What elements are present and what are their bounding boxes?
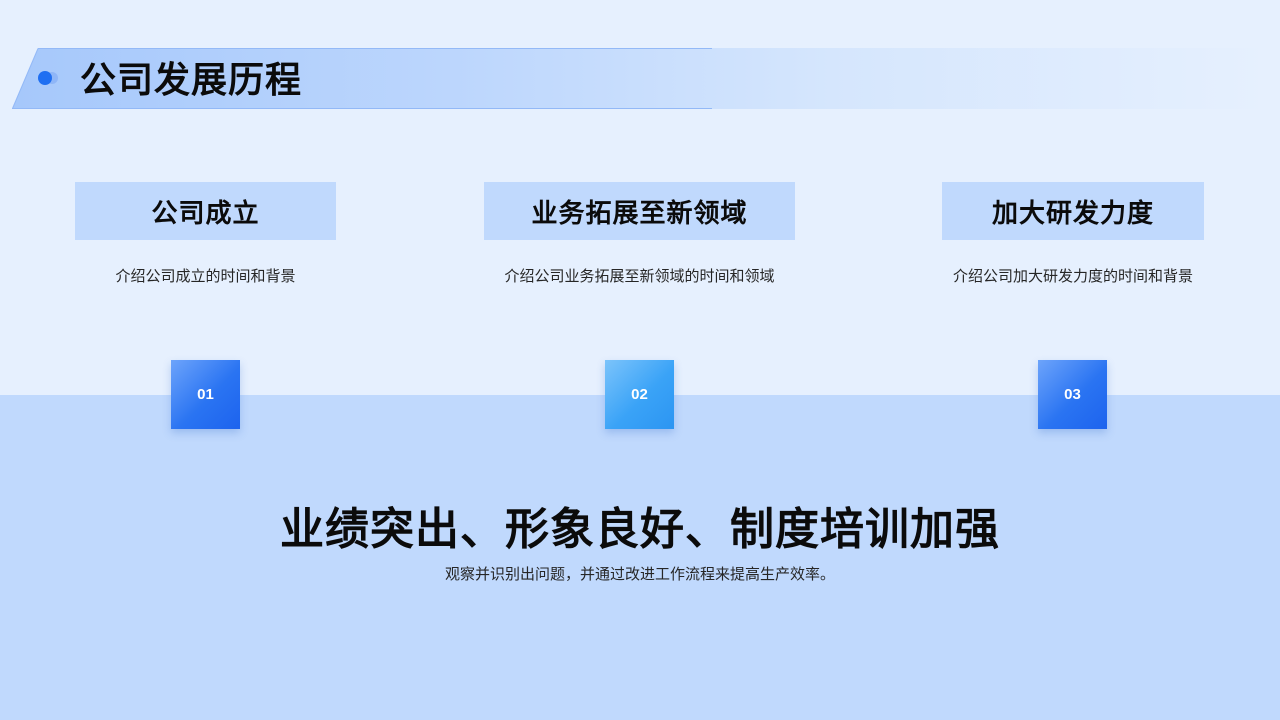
milestone-header-1: 公司成立 [75, 182, 336, 240]
summary-subtext: 观察并识别出问题，并通过改进工作流程来提高生产效率。 [444, 565, 835, 583]
milestone-description-1: 介绍公司成立的时间和背景 [115, 267, 296, 285]
summary-headline: 业绩突出、形象良好、制度培训加强 [280, 504, 1000, 555]
milestone-title-1: 公司成立 [151, 198, 260, 229]
milestone-description-3: 介绍公司加大研发力度的时间和背景 [952, 267, 1193, 285]
milestone-number-box-3: 03 [1038, 360, 1107, 429]
double-dot-icon [38, 71, 60, 85]
milestone-title-3: 加大研发力度 [991, 198, 1154, 229]
milestone-title-2: 业务拓展至新领域 [531, 198, 748, 229]
slide: 公司发展历程 公司成立 介绍公司成立的时间和背景 01 业务拓展至新领域 介绍公… [0, 0, 1280, 720]
milestone-header-3: 加大研发力度 [942, 182, 1204, 240]
milestone-number-1: 01 [197, 386, 214, 403]
milestone-header-2: 业务拓展至新领域 [484, 182, 795, 240]
milestone-number-box-2: 02 [605, 360, 674, 429]
milestone-number-box-1: 01 [171, 360, 240, 429]
milestone-description-2: 介绍公司业务拓展至新领域的时间和领域 [504, 267, 775, 285]
dot-front [38, 71, 52, 85]
milestone-number-3: 03 [1064, 386, 1081, 403]
page-title: 公司发展历程 [80, 60, 303, 101]
milestone-number-2: 02 [631, 386, 648, 403]
